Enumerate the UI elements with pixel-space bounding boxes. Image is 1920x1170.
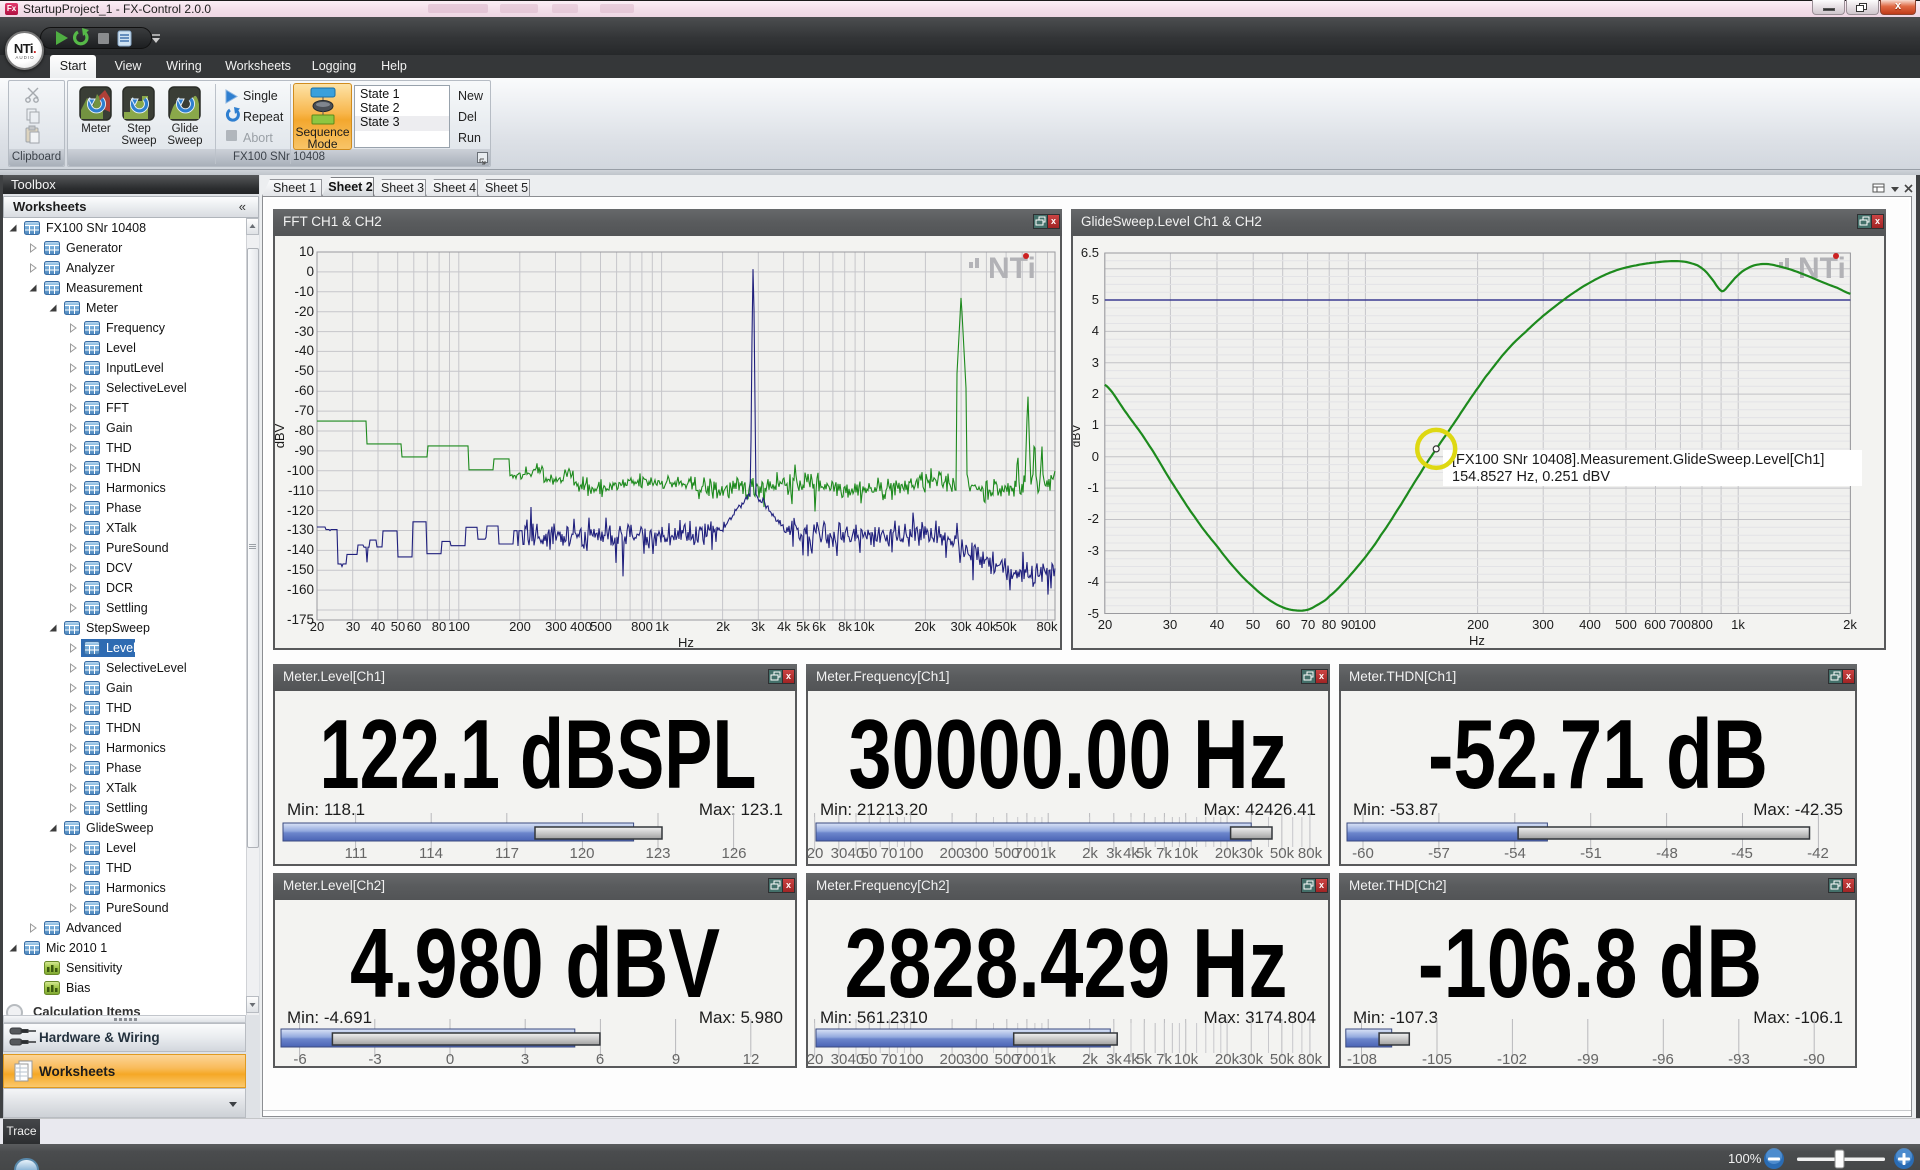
svg-text:90: 90: [1341, 617, 1355, 632]
svg-text:400: 400: [570, 619, 592, 634]
svg-text:-130: -130: [287, 522, 314, 537]
svg-text:50: 50: [1246, 617, 1260, 632]
svg-text:3: 3: [1092, 355, 1099, 370]
svg-text:-160: -160: [287, 582, 314, 597]
svg-text:300: 300: [545, 619, 567, 634]
svg-text:-1: -1: [1087, 480, 1099, 495]
svg-text:800: 800: [631, 619, 653, 634]
svg-text:-110: -110: [288, 483, 314, 498]
svg-text:-30: -30: [294, 324, 314, 339]
svg-text:-60: -60: [294, 383, 314, 398]
svg-text:700: 700: [1669, 617, 1691, 632]
svg-text:-40: -40: [294, 343, 314, 358]
svg-text:5: 5: [1092, 292, 1099, 307]
svg-text:0: 0: [1092, 449, 1099, 464]
svg-text:10k: 10k: [854, 619, 875, 634]
svg-text:-50: -50: [294, 363, 314, 378]
svg-text:-90: -90: [294, 443, 314, 458]
svg-text:500: 500: [1615, 617, 1637, 632]
svg-text:60: 60: [407, 619, 421, 634]
svg-text:[FX100 SNr 10408].Measurement.: [FX100 SNr 10408].Measurement.GlideSweep…: [1452, 452, 1824, 468]
svg-text:6k: 6k: [812, 619, 826, 634]
svg-text:20: 20: [1098, 617, 1112, 632]
svg-text:-2: -2: [1087, 511, 1099, 526]
svg-text:2k: 2k: [1843, 617, 1857, 632]
svg-text:-20: -20: [294, 304, 314, 319]
svg-text:100: 100: [448, 619, 470, 634]
svg-text:100: 100: [1354, 617, 1376, 632]
svg-text:80: 80: [432, 619, 446, 634]
svg-text:40: 40: [371, 619, 385, 634]
svg-text:1: 1: [1092, 417, 1099, 432]
svg-text:600: 600: [1644, 617, 1666, 632]
svg-text:-150: -150: [287, 562, 314, 577]
svg-text:50k: 50k: [996, 619, 1017, 634]
svg-text:200: 200: [509, 619, 531, 634]
svg-text:Hz: Hz: [1469, 633, 1485, 648]
svg-text:800: 800: [1691, 617, 1713, 632]
svg-text:1k: 1k: [1731, 617, 1745, 632]
svg-text:2k: 2k: [716, 619, 730, 634]
svg-text:-70: -70: [294, 403, 314, 418]
svg-text:400: 400: [1579, 617, 1601, 632]
svg-text:-5: -5: [1087, 606, 1099, 621]
svg-text:1k: 1k: [655, 619, 669, 634]
svg-text:40k: 40k: [976, 619, 997, 634]
svg-text:50: 50: [391, 619, 405, 634]
svg-text:500: 500: [590, 619, 612, 634]
svg-text:-4: -4: [1087, 574, 1099, 589]
svg-text:4: 4: [1092, 323, 1099, 338]
svg-text:-80: -80: [294, 423, 314, 438]
svg-text:5k: 5k: [796, 619, 810, 634]
svg-text:-3: -3: [1087, 543, 1099, 558]
svg-text:300: 300: [1532, 617, 1554, 632]
svg-text:4k: 4k: [777, 619, 791, 634]
svg-text:-120: -120: [287, 503, 314, 518]
svg-text:80: 80: [1322, 617, 1336, 632]
svg-text:10: 10: [299, 244, 314, 259]
svg-text:-100: -100: [287, 463, 314, 478]
svg-text:-175: -175: [287, 612, 314, 627]
svg-text:dBV: dBV: [1073, 425, 1083, 448]
svg-text:6.5: 6.5: [1081, 245, 1099, 260]
svg-text:30: 30: [1163, 617, 1177, 632]
svg-text:dBV: dBV: [275, 423, 287, 448]
svg-text:8k: 8k: [838, 619, 852, 634]
svg-text:-10: -10: [294, 284, 314, 299]
svg-text:80k: 80k: [1037, 619, 1058, 634]
svg-text:20k: 20k: [915, 619, 936, 634]
svg-text:30k: 30k: [951, 619, 972, 634]
svg-text:40: 40: [1210, 617, 1224, 632]
svg-text:2: 2: [1092, 386, 1099, 401]
svg-text:30: 30: [346, 619, 360, 634]
svg-text:200: 200: [1467, 617, 1489, 632]
svg-text:-140: -140: [287, 542, 314, 557]
svg-text:Hz: Hz: [678, 635, 694, 648]
svg-text:70: 70: [1301, 617, 1315, 632]
svg-text:60: 60: [1276, 617, 1290, 632]
svg-text:0: 0: [306, 264, 314, 279]
svg-text:3k: 3k: [751, 619, 765, 634]
svg-text:154.8527 Hz, 0.251 dBV: 154.8527 Hz, 0.251 dBV: [1452, 469, 1610, 485]
